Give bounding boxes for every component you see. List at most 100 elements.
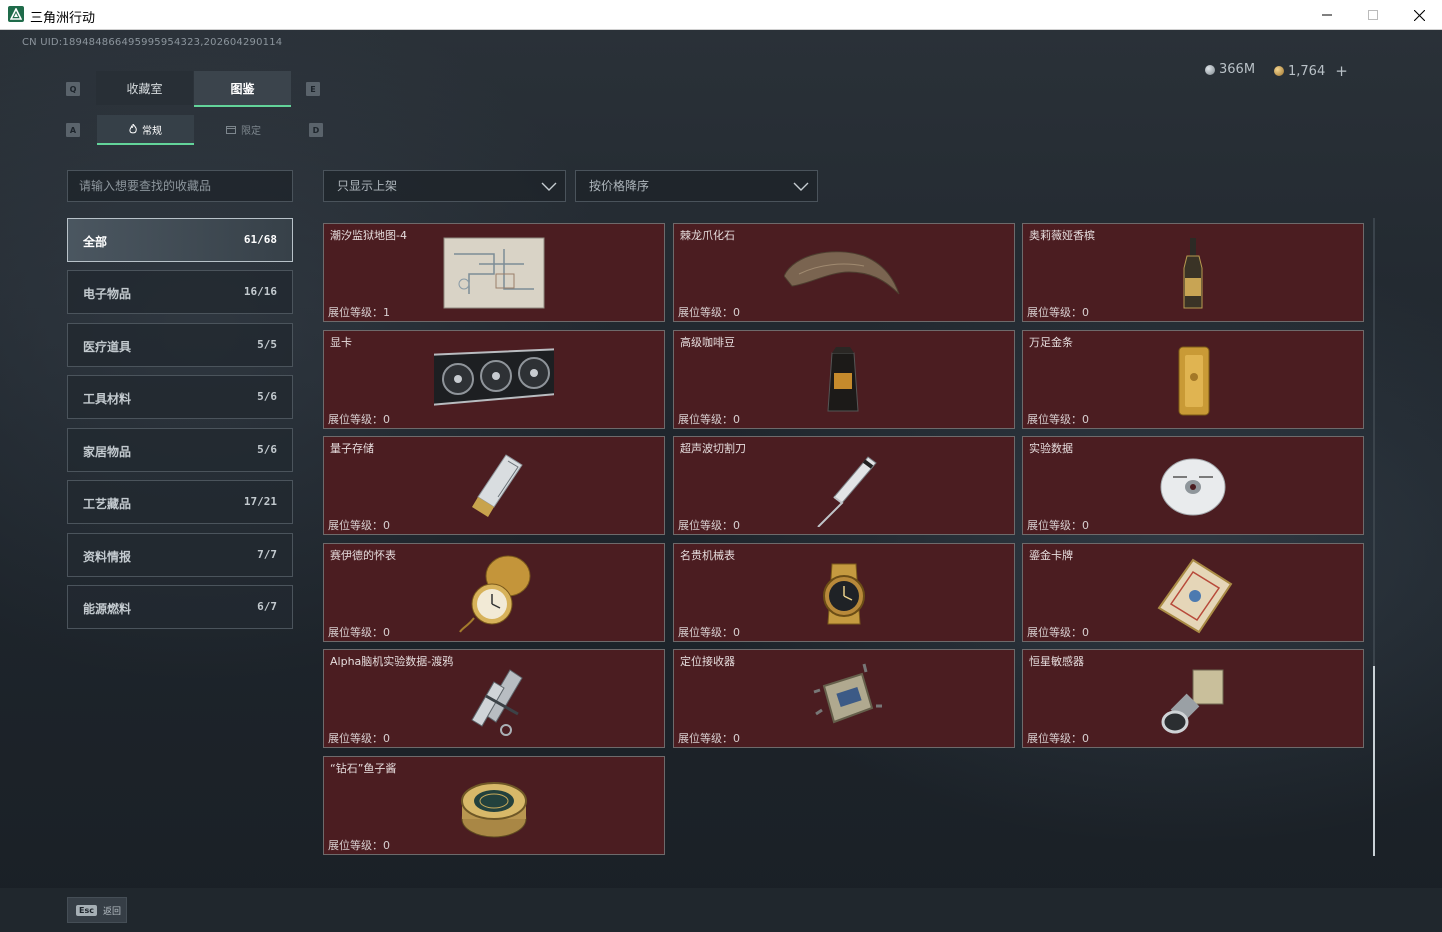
item-card[interactable]: 棘龙爪化石 展位等级：0: [673, 223, 1015, 322]
graphics-card-icon: [434, 348, 554, 406]
item-name: 潮汐监狱地图-4: [330, 229, 407, 242]
tab-codex[interactable]: 图鉴: [194, 71, 291, 107]
subtab-limited-label: 限定: [241, 125, 261, 137]
item-display-level: 展位等级：0: [1027, 519, 1089, 532]
gold-amount: 1,764: [1288, 63, 1326, 79]
calendar-icon: [226, 125, 236, 134]
item-display-level: 展位等级：0: [1027, 413, 1089, 426]
category-household[interactable]: 家居物品 5/6: [67, 428, 293, 472]
item-card[interactable]: 鎏金卡牌 展位等级：0: [1022, 543, 1364, 642]
item-card[interactable]: 定位接收器 展位等级：0: [673, 649, 1015, 748]
item-name: 高级咖啡豆: [680, 336, 735, 349]
silver-amount: 366M: [1219, 62, 1256, 77]
player-uid: CN UID:189484866495995954323,20260429011…: [22, 37, 283, 48]
close-icon: [1413, 9, 1425, 21]
maximize-button[interactable]: [1350, 0, 1396, 30]
category-name: 全部: [83, 235, 108, 249]
item-card[interactable]: 潮汐监狱地图-4 展位等级：1: [323, 223, 665, 322]
chevron-down-icon: [793, 182, 809, 191]
esc-key-hint: Esc: [76, 904, 97, 916]
item-name: 奥莉薇娅香槟: [1029, 229, 1095, 242]
item-name: 鎏金卡牌: [1029, 549, 1073, 562]
category-name: 能源燃料: [83, 602, 132, 616]
subtab-regular[interactable]: 常规: [97, 115, 194, 145]
gold-card-icon: [1157, 558, 1233, 634]
category-name: 工具材料: [83, 392, 132, 406]
shelf-filter-dropdown[interactable]: 只显示上架: [323, 170, 566, 202]
category-name: 工艺藏品: [83, 497, 132, 511]
item-name: 定位接收器: [680, 655, 735, 668]
category-medical[interactable]: 医疗道具 5/5: [67, 323, 293, 367]
category-tools[interactable]: 工具材料 5/6: [67, 375, 293, 419]
item-display-level: 展位等级：0: [678, 413, 740, 426]
item-card[interactable]: 恒星敏感器 展位等级：0: [1022, 649, 1364, 748]
prev-subtab-key-hint[interactable]: A: [66, 123, 80, 137]
next-subtab-key-hint[interactable]: D: [309, 123, 323, 137]
subtab-regular-label: 常规: [142, 125, 162, 137]
item-card[interactable]: 超声波切割刀 展位等级：0: [673, 436, 1015, 535]
item-name: 超声波切割刀: [680, 442, 746, 455]
minimize-icon: [1322, 14, 1332, 16]
category-electronics[interactable]: 电子物品 16/16: [67, 270, 293, 314]
item-display-level: 展位等级：0: [678, 519, 740, 532]
claw-fossil-icon: [784, 251, 900, 295]
item-name: “钻石”鱼子酱: [330, 762, 397, 775]
item-card[interactable]: 万足金条 展位等级：0: [1022, 330, 1364, 429]
item-display-level: 展位等级：0: [328, 839, 390, 852]
item-display-level: 展位等级：0: [678, 306, 740, 319]
grid-scrollbar-thumb[interactable]: [1373, 666, 1375, 856]
sort-value: 按价格降序: [589, 179, 650, 193]
category-count: 61/68: [243, 233, 277, 246]
add-currency-button[interactable]: +: [1335, 62, 1348, 80]
minimize-button[interactable]: [1304, 0, 1350, 30]
category-intel[interactable]: 资料情报 7/7: [67, 533, 293, 577]
item-display-level: 展位等级：1: [328, 306, 390, 319]
category-crafts[interactable]: 工艺藏品 17/21: [67, 480, 293, 524]
item-display-level: 展位等级：0: [328, 626, 390, 639]
item-display-level: 展位等级：0: [1027, 732, 1089, 745]
item-card[interactable]: 赛伊德的怀表 展位等级：0: [323, 543, 665, 642]
back-button[interactable]: Esc 返回: [67, 897, 127, 923]
category-all[interactable]: 全部 61/68: [67, 218, 293, 262]
close-button[interactable]: [1396, 0, 1442, 30]
sort-dropdown[interactable]: 按价格降序: [575, 170, 818, 202]
bottom-bar: [0, 888, 1442, 932]
currency-silver: 366M: [1205, 62, 1255, 77]
item-card[interactable]: 量子存储 展位等级：0: [323, 436, 665, 535]
item-display-level: 展位等级：0: [1027, 626, 1089, 639]
item-card[interactable]: 奥莉薇娅香槟 展位等级：0: [1022, 223, 1364, 322]
search-input[interactable]: [67, 170, 293, 202]
category-fuel[interactable]: 能源燃料 6/7: [67, 585, 293, 629]
item-name: 显卡: [330, 336, 352, 349]
shelf-filter-value: 只显示上架: [337, 179, 398, 193]
item-card[interactable]: 实验数据 展位等级：0: [1022, 436, 1364, 535]
wristwatch-icon: [823, 563, 865, 625]
item-card[interactable]: “钻石”鱼子酱 展位等级：0: [323, 756, 665, 855]
gold-bar-icon: [1178, 346, 1210, 416]
pocket-watch-icon: [459, 555, 531, 633]
category-count: 5/6: [257, 443, 277, 456]
item-display-level: 展位等级：0: [678, 732, 740, 745]
game-screen: CN UID:189484866495995954323,20260429011…: [0, 30, 1442, 932]
prev-tab-key-hint[interactable]: Q: [66, 82, 80, 96]
back-label: 返回: [102, 906, 121, 917]
maximize-icon: [1368, 10, 1378, 20]
next-tab-key-hint[interactable]: E: [306, 82, 320, 96]
item-card[interactable]: Alpha脑机实验数据-渡鸦 展位等级：0: [323, 649, 665, 748]
window-title: 三角洲行动: [30, 10, 96, 25]
item-card[interactable]: 高级咖啡豆 展位等级：0: [673, 330, 1015, 429]
item-name: 赛伊德的怀表: [330, 549, 396, 562]
caviar-tin-icon: [461, 782, 527, 838]
subtab-limited[interactable]: 限定: [195, 115, 292, 143]
item-name: 万足金条: [1029, 336, 1073, 349]
tab-collection-room[interactable]: 收藏室: [96, 71, 193, 105]
gps-receiver-icon: [813, 663, 882, 724]
item-display-level: 展位等级：0: [678, 626, 740, 639]
star-sensor-icon: [1161, 669, 1224, 734]
category-count: 7/7: [257, 548, 277, 561]
map-icon: [443, 237, 545, 309]
item-card[interactable]: 名贵机械表 展位等级：0: [673, 543, 1015, 642]
item-card[interactable]: 显卡 展位等级：0: [323, 330, 665, 429]
item-display-level: 展位等级：0: [328, 519, 390, 532]
item-display-level: 展位等级：0: [328, 732, 390, 745]
